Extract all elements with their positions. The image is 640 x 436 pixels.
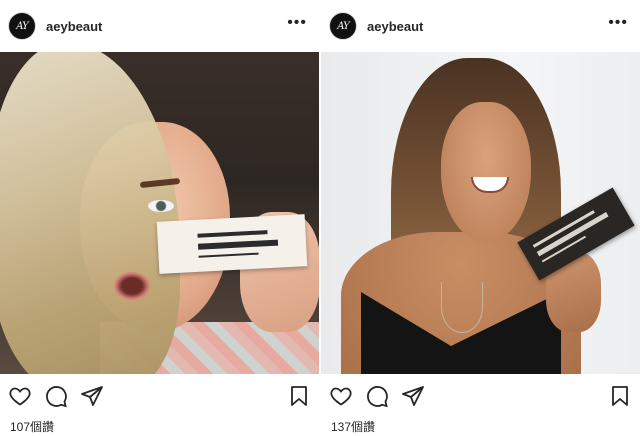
heart-icon[interactable] [329, 384, 353, 408]
avatar[interactable]: AY [8, 12, 36, 40]
feed: AY aeybeaut ••• 107個讚 AY aeybeaut ••• 13… [0, 0, 640, 436]
photo-eye [148, 200, 174, 212]
post-photo[interactable] [0, 52, 319, 374]
post-photo[interactable] [321, 52, 640, 374]
photo-mouth [114, 272, 150, 300]
post-1: AY aeybeaut ••• 107個讚 [0, 0, 319, 436]
post-header: AY aeybeaut ••• [321, 0, 640, 52]
heart-icon[interactable] [8, 384, 32, 408]
photo-face [441, 102, 531, 242]
bookmark-icon[interactable] [287, 384, 311, 408]
product-box [156, 214, 308, 274]
bookmark-icon[interactable] [608, 384, 632, 408]
post-2: AY aeybeaut ••• 137個讚 [321, 0, 640, 436]
like-count[interactable]: 137個讚 [321, 418, 640, 435]
send-icon[interactable] [80, 384, 104, 408]
action-bar [321, 374, 640, 418]
comment-icon[interactable] [44, 384, 68, 408]
post-header: AY aeybeaut ••• [0, 0, 319, 52]
action-bar [0, 374, 319, 418]
avatar[interactable]: AY [329, 12, 357, 40]
more-icon[interactable]: ••• [287, 15, 307, 37]
product-text-line [197, 230, 268, 238]
like-count[interactable]: 107個讚 [0, 418, 319, 435]
product-text-line [198, 252, 259, 258]
username[interactable]: aeybeaut [46, 19, 287, 34]
username[interactable]: aeybeaut [367, 19, 608, 34]
photo-necklace [441, 282, 483, 333]
product-text-line [197, 239, 279, 250]
comment-icon[interactable] [365, 384, 389, 408]
more-icon[interactable]: ••• [608, 15, 628, 37]
send-icon[interactable] [401, 384, 425, 408]
